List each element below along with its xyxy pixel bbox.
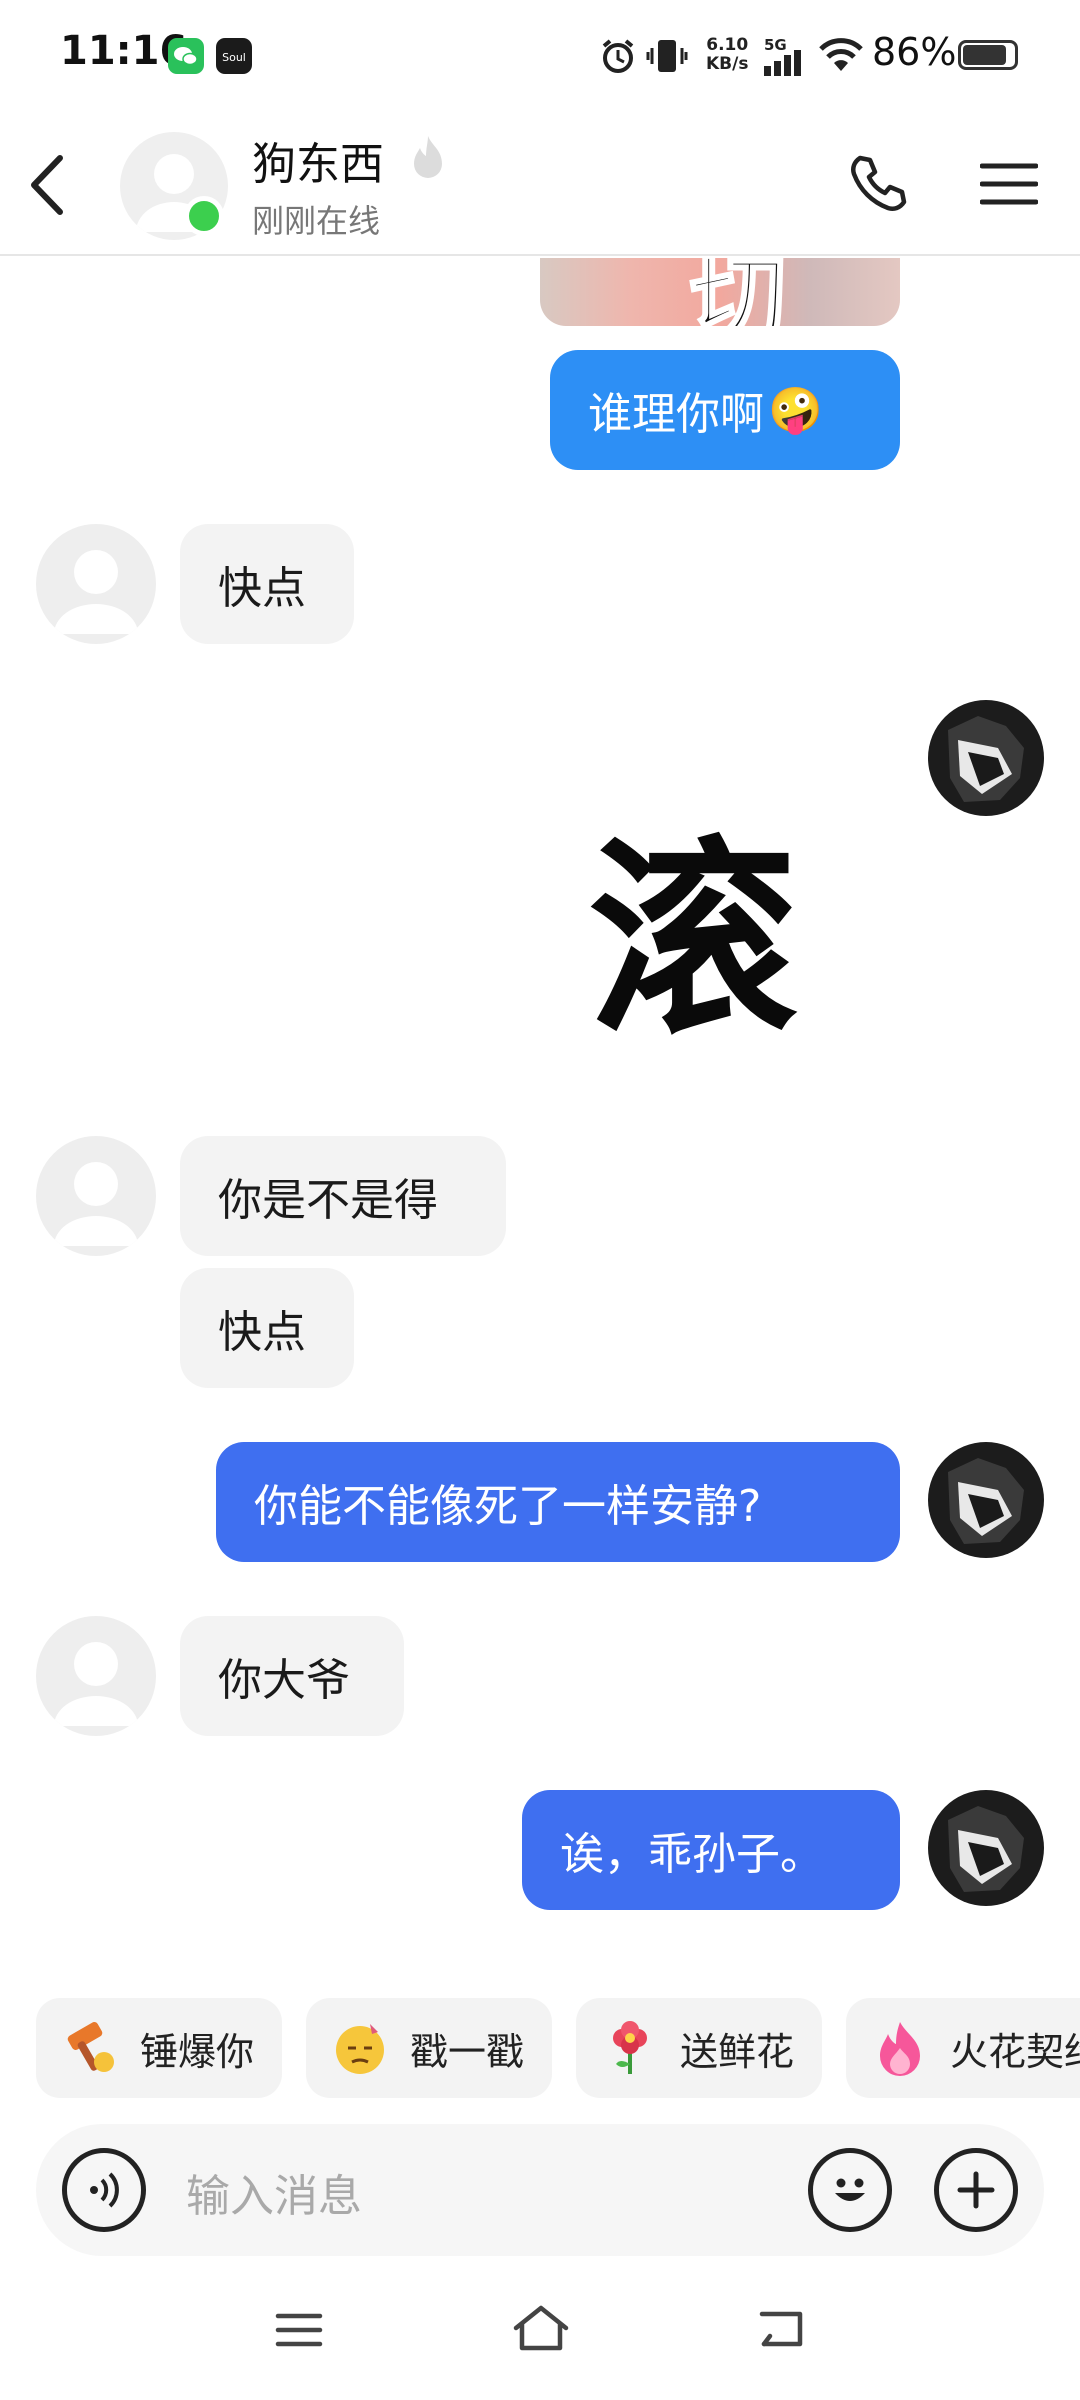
quick-action-spark[interactable]: 火花契约 [846,1998,1080,2098]
soul-icon: Soul [216,38,252,74]
wifi-icon [818,36,864,78]
quick-action-hammer[interactable]: 锤爆你 [36,1998,282,2098]
quick-action-label: 送鲜花 [680,2029,795,2074]
sender-avatar[interactable] [36,1136,156,1256]
message-bubble-in[interactable]: 你是不是得 [180,1136,506,1256]
phone-icon[interactable] [846,152,910,220]
wechat-icon [168,38,204,74]
message-bubble-in[interactable]: 快点 [180,524,354,644]
quick-action-label: 锤爆你 [140,2029,255,2074]
message-text: 你是不是得 [218,1175,438,1226]
flower-icon [600,2018,660,2078]
message-bubble-out[interactable]: 诶，乖孙子。 [522,1790,900,1910]
nav-back-icon[interactable] [756,2306,806,2354]
nav-home-icon[interactable] [512,2304,570,2356]
battery-icon [958,40,1018,70]
quick-action-label: 火花契约 [950,2029,1080,2074]
quick-action-label: 戳一戳 [410,2029,525,2074]
my-avatar[interactable] [928,1790,1044,1906]
quick-action-poke[interactable]: 戳一戳 [306,1998,552,2098]
message-text: 快点 [218,1307,306,1358]
message-text: 你大爷 [218,1655,350,1706]
back-icon[interactable] [26,150,70,224]
hammer-emoji-icon [60,2018,120,2078]
message-text: 诶，乖孙子。 [560,1829,824,1880]
network-speed: 6.10 KB/s [706,35,749,74]
svg-text:Soul: Soul [222,51,246,64]
menu-icon[interactable] [979,160,1039,212]
message-bubble-out[interactable]: 你能不能像死了一样安静? [216,1442,900,1562]
quick-action-flower[interactable]: 送鲜花 [576,1998,822,2098]
flame-icon [870,2018,930,2078]
message-bubble-in[interactable]: 你大爷 [180,1616,404,1736]
my-avatar[interactable] [928,1442,1044,1558]
contact-name[interactable]: 狗东西 [252,128,384,192]
vibrate-icon [646,36,688,80]
contact-status: 刚刚在线 [252,202,381,240]
plus-icon[interactable] [934,2148,1018,2232]
fire-icon [406,132,450,188]
sticker-message[interactable]: 滚 [588,770,798,1074]
battery-percent: 86% [872,30,957,74]
alarm-icon [598,36,638,80]
message-text: 谁理你啊 [588,389,764,440]
status-bar: 11:16 Soul 6.10 KB/s 5G 86% [0,0,1080,110]
battery-fill [963,45,1006,65]
my-avatar[interactable] [928,700,1044,816]
message-bubble-in[interactable]: 快点 [180,1268,354,1388]
online-indicator [184,196,224,236]
emoji-icon[interactable] [808,2148,892,2232]
message-text: 快点 [218,563,306,614]
message-bubble-out[interactable]: 谁理你啊 🤪 [550,350,900,470]
signal-icon [764,50,804,80]
poke-face-icon [330,2018,390,2078]
image-caption: 切 [689,258,788,326]
image-message[interactable]: 切 [540,258,900,326]
message-input[interactable]: 输入消息 [186,2160,362,2224]
emoji-icon: 🤪 [768,385,823,436]
sender-avatar[interactable] [36,524,156,644]
message-text: 你能不能像死了一样安静? [254,1481,762,1532]
sender-avatar[interactable] [36,1616,156,1736]
nav-menu-icon[interactable] [274,2310,324,2354]
voice-icon[interactable] [62,2148,146,2232]
